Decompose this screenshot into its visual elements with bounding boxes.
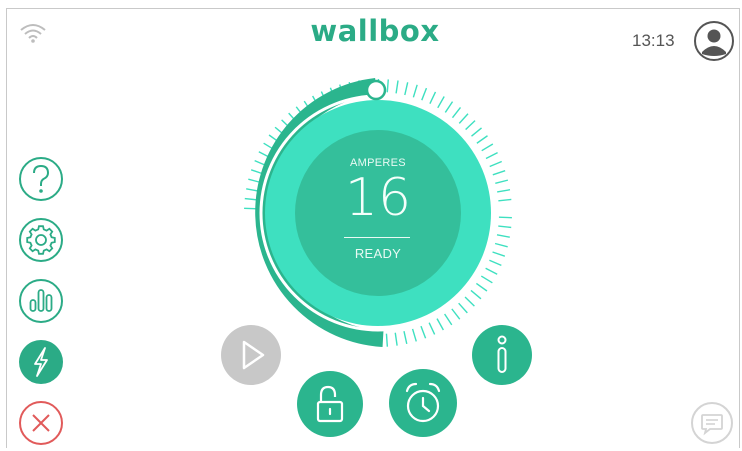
dial-tick [430, 92, 436, 104]
play-button[interactable] [221, 325, 281, 390]
dial-tick [405, 82, 408, 95]
dial-tick [477, 136, 488, 143]
bar-chart-icon [18, 278, 64, 324]
dial-tick [476, 283, 487, 291]
dial-tick [495, 180, 508, 183]
dial-tick [489, 260, 501, 265]
lightning-icon [18, 339, 64, 385]
dial-tick [396, 81, 398, 94]
dial-tick [486, 268, 498, 274]
dial-tick [490, 162, 502, 167]
help-button[interactable] [18, 156, 64, 202]
dial-tick [421, 326, 426, 338]
question-mark-icon [18, 156, 64, 202]
charge-mode-button[interactable] [18, 339, 64, 385]
dial-tick [452, 309, 460, 319]
alarm-clock-icon [389, 369, 457, 437]
dial-tick [498, 226, 511, 227]
dial-knob[interactable] [367, 81, 385, 99]
brand-logo: wallbox [300, 14, 450, 48]
amperes-value: 16 [318, 168, 438, 228]
close-icon [18, 400, 64, 446]
dial-tick [493, 171, 505, 175]
wifi-icon [18, 22, 48, 49]
dial-tick [472, 128, 482, 136]
chat-button[interactable] [690, 401, 734, 450]
dial-tick [413, 329, 417, 341]
chat-bubble-icon [690, 401, 734, 445]
dial-tick [497, 190, 510, 192]
user-avatar-button[interactable] [693, 20, 735, 67]
gauge-divider [344, 237, 410, 238]
dial-tick [482, 144, 493, 151]
schedule-button[interactable] [389, 369, 457, 442]
gear-icon [18, 217, 64, 263]
dial-tick [466, 121, 475, 130]
settings-button[interactable] [18, 217, 64, 263]
dial-tick [386, 334, 387, 347]
dial-tick [465, 297, 474, 306]
close-button[interactable] [18, 400, 64, 446]
clock: 13:13 [632, 31, 675, 51]
dial-tick [471, 290, 481, 298]
dial-tick [445, 102, 452, 113]
dial-tick [438, 96, 444, 107]
unlocked-padlock-icon [297, 371, 363, 437]
dial-tick [498, 199, 511, 200]
dial-tick [497, 235, 510, 237]
dial-tick [481, 276, 492, 283]
info-button[interactable] [472, 325, 532, 390]
dial-tick [452, 107, 460, 117]
dial-tick [459, 114, 468, 124]
dial-tick [429, 323, 434, 335]
dial-tick [387, 79, 388, 92]
dial-tick [413, 85, 417, 97]
dial-tick [486, 153, 498, 159]
dial-tick [459, 303, 468, 313]
charger-status: READY [328, 246, 428, 261]
dial-tick [422, 88, 427, 100]
statistics-button[interactable] [18, 278, 64, 324]
dial-tick [495, 244, 508, 247]
user-avatar-icon [693, 20, 735, 62]
dial-tick [395, 333, 397, 346]
info-icon [472, 325, 532, 385]
play-icon [221, 325, 281, 385]
dial-tick [437, 319, 443, 330]
dial-tick [445, 314, 452, 325]
lock-button[interactable] [297, 371, 363, 442]
dial-tick [493, 252, 505, 256]
dial-tick [404, 331, 407, 344]
